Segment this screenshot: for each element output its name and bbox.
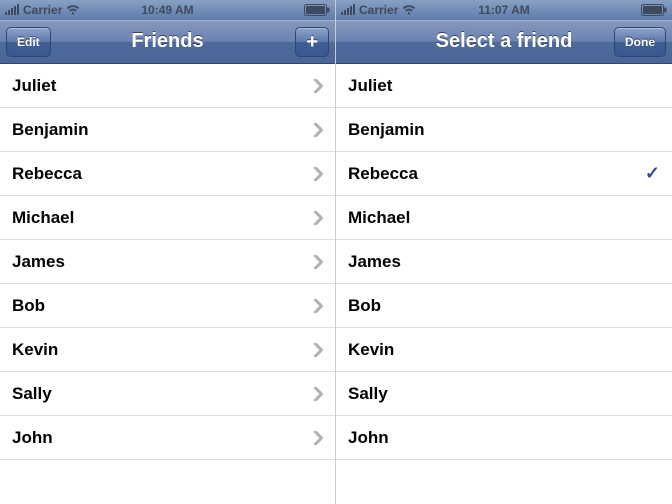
friend-name: Rebecca [12,164,82,184]
table-row[interactable]: Michael [336,196,672,240]
friend-name: Juliet [12,76,56,96]
chevron-right-icon [314,211,323,225]
table-row[interactable]: James [0,240,335,284]
table-row[interactable]: John [336,416,672,460]
friend-name: Kevin [12,340,58,360]
edit-button[interactable]: Edit [6,27,51,57]
chevron-right-icon [314,79,323,93]
chevron-right-icon [314,343,323,357]
friend-name: Sally [348,384,388,404]
chevron-right-icon [314,387,323,401]
friend-name: James [348,252,401,272]
friend-name: Juliet [348,76,392,96]
table-row[interactable]: Sally [0,372,335,416]
friend-name: Benjamin [348,120,425,140]
friend-name: John [348,428,389,448]
edit-button-label: Edit [17,35,40,49]
done-button-label: Done [625,35,655,49]
table-row[interactable]: Kevin [336,328,672,372]
friend-name: Benjamin [12,120,89,140]
checkmark-icon: ✓ [645,163,660,184]
status-time: 11:07 AM [336,3,672,17]
friend-name: Michael [348,208,410,228]
table-row[interactable]: Rebecca [0,152,335,196]
chevron-right-icon [314,123,323,137]
nav-bar: Edit Friends + [0,20,335,64]
friend-name: Bob [348,296,381,316]
status-time: 10:49 AM [0,3,335,17]
chevron-right-icon [314,431,323,445]
chevron-right-icon [314,255,323,269]
friend-name: Sally [12,384,52,404]
friend-name: John [12,428,53,448]
table-row[interactable]: Rebecca ✓ [336,152,672,196]
friend-name: Rebecca [348,164,418,184]
friend-name: Michael [12,208,74,228]
table-row[interactable]: Bob [0,284,335,328]
friends-table[interactable]: Juliet Benjamin Rebecca ✓ Michael James Bob Kev… [336,64,672,504]
screen-0: Carrier10:49 AM Edit Friends + Juliet Benjami… [0,0,336,504]
done-button[interactable]: Done [614,27,666,57]
table-row[interactable]: James [336,240,672,284]
table-row[interactable]: John [0,416,335,460]
table-row[interactable]: Bob [336,284,672,328]
status-bar: Carrier11:07 AM [336,0,672,20]
status-bar: Carrier10:49 AM [0,0,335,20]
table-row[interactable]: Kevin [0,328,335,372]
table-row[interactable]: Juliet [336,64,672,108]
table-row[interactable]: Sally [336,372,672,416]
friend-name: Kevin [348,340,394,360]
nav-title: Friends [131,30,203,53]
table-row[interactable]: Benjamin [0,108,335,152]
add-button[interactable]: + [295,27,329,57]
screen-1: Carrier11:07 AM Select a friend Done Juliet… [336,0,672,504]
friends-table[interactable]: Juliet Benjamin Rebecca Michael James Bob Kevi… [0,64,335,504]
nav-bar: Select a friend Done [336,20,672,64]
nav-title: Select a friend [436,30,573,53]
friend-name: James [12,252,65,272]
chevron-right-icon [314,167,323,181]
table-row[interactable]: Benjamin [336,108,672,152]
plus-icon: + [306,32,318,52]
table-row[interactable]: Juliet [0,64,335,108]
friend-name: Bob [12,296,45,316]
chevron-right-icon [314,299,323,313]
table-row[interactable]: Michael [0,196,335,240]
